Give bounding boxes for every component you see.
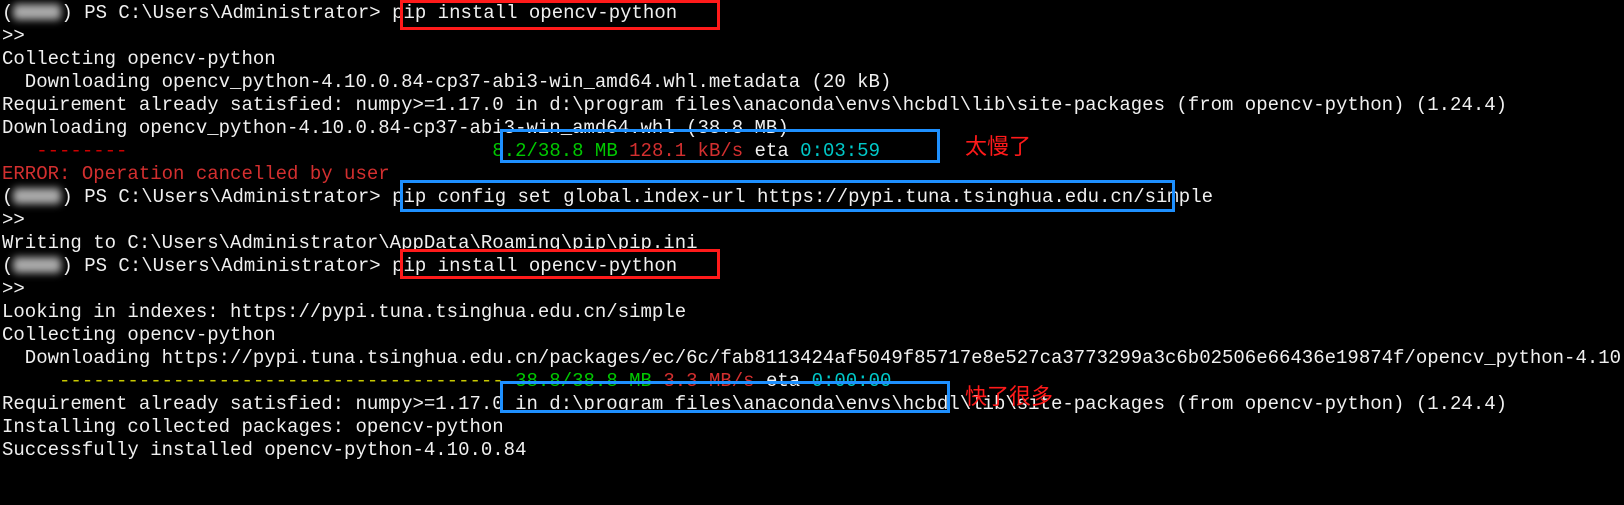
paren-close: ) [61, 2, 72, 24]
env-name-blurred [13, 257, 61, 273]
prompt-sep: > [369, 2, 392, 24]
progress-bar-2: --------------------------------------- [59, 370, 504, 392]
prompt-line-2: () PS C:\Users\Administrator> pip config… [2, 186, 1624, 209]
prompt-line-3: () PS C:\Users\Administrator> pip instal… [2, 255, 1624, 278]
success-line: Successfully installed opencv-python-4.1… [2, 439, 1624, 462]
progress-line-2: --------------------------------------- … [2, 370, 1624, 393]
progress-bar-1: -------- [36, 140, 127, 162]
download-tuna: Downloading https://pypi.tuna.tsinghua.e… [2, 347, 1624, 370]
download-wheel: Downloading opencv_python-4.10.0.84-cp37… [2, 117, 1624, 140]
terminal[interactable]: () PS C:\Users\Administrator> pip instal… [0, 0, 1624, 462]
req-satisfied-1: Requirement already satisfied: numpy>=1.… [2, 94, 1624, 117]
eta-label-2: eta [755, 370, 801, 392]
progress-eta-2: 0:00:00 [800, 370, 891, 392]
progress-size-2: 38.8/38.8 MB [504, 370, 652, 392]
collecting-1: Collecting opencv-python [2, 48, 1624, 71]
progress-speed-1: 128.1 kB/s [618, 140, 743, 162]
writing-line: Writing to C:\Users\Administrator\AppDat… [2, 232, 1624, 255]
ps-label: PS [73, 2, 119, 24]
looking-line: Looking in indexes: https://pypi.tuna.ts… [2, 301, 1624, 324]
paren-open: ( [2, 2, 13, 24]
env-name-blurred [13, 188, 61, 204]
error-line: ERROR: Operation cancelled by user [2, 163, 1624, 186]
installing-line: Installing collected packages: opencv-py… [2, 416, 1624, 439]
prompt-line-1: () PS C:\Users\Administrator> pip instal… [2, 2, 1624, 25]
cwd: C:\Users\Administrator [118, 2, 369, 24]
cmd-install-2: pip install opencv-python [392, 255, 677, 277]
progress-line-1: -------- 8.2/38.8 MB 128.1 kB/s eta 0:03… [2, 140, 1624, 163]
continuation-1: >> [2, 25, 1624, 48]
continuation-2: >> [2, 209, 1624, 232]
req-satisfied-2: Requirement already satisfied: numpy>=1.… [2, 393, 1624, 416]
progress-eta-1: 0:03:59 [789, 140, 880, 162]
progress-size-1: 8.2/38.8 MB [481, 140, 618, 162]
download-metadata: Downloading opencv_python-4.10.0.84-cp37… [2, 71, 1624, 94]
progress-speed-2: 3.3 MB/s [652, 370, 755, 392]
collecting-2: Collecting opencv-python [2, 324, 1624, 347]
cmd-config: pip config set global.index-url https://… [392, 186, 1213, 208]
env-name-blurred [13, 4, 61, 20]
eta-label-1: eta [743, 140, 789, 162]
cmd-install-1: pip install opencv-python [392, 2, 677, 24]
continuation-3: >> [2, 278, 1624, 301]
